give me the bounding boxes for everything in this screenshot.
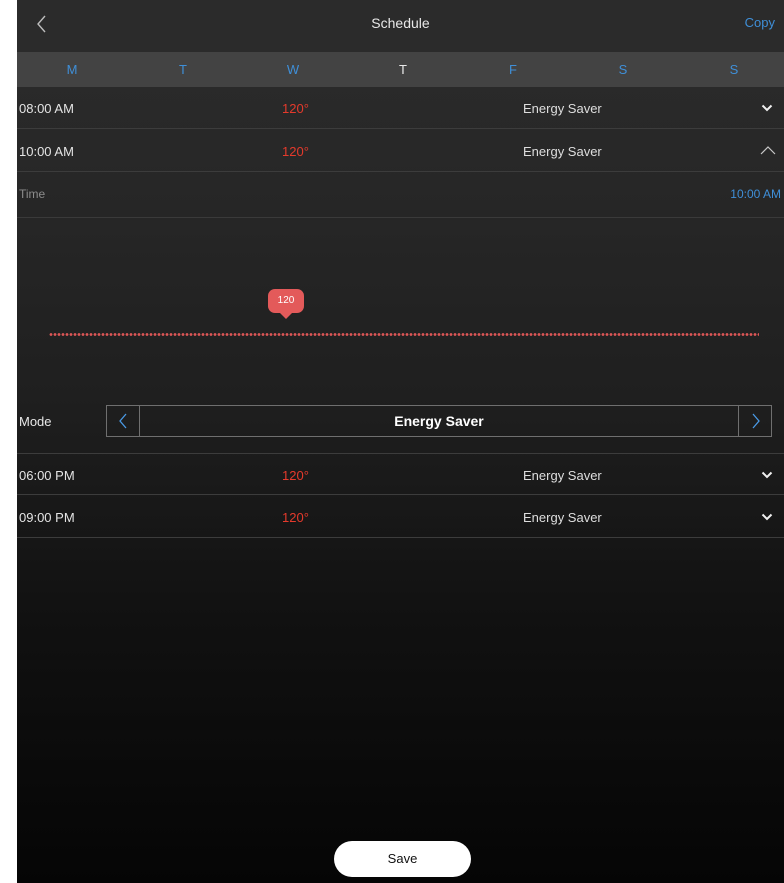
mode-label: Mode	[19, 414, 52, 429]
copy-button[interactable]: Copy	[745, 15, 775, 30]
bubble-pointer	[279, 312, 293, 319]
schedule-row-expanded[interactable]: 10:00 AM 120° Energy Saver	[17, 130, 784, 172]
row-mode: Energy Saver	[523, 468, 602, 483]
day-sunday[interactable]: S	[714, 62, 754, 77]
day-selector: M T W T F S S	[17, 52, 784, 87]
mode-selector: Energy Saver	[106, 405, 772, 437]
mode-prev-button[interactable]	[107, 406, 140, 436]
row-mode: Energy Saver	[523, 144, 602, 159]
slider-track[interactable]	[49, 333, 759, 336]
row-temperature: 120°	[282, 510, 309, 525]
day-tuesday[interactable]: T	[163, 62, 203, 77]
slider-value-bubble: 120	[268, 289, 304, 313]
schedule-row[interactable]: 09:00 PM 120° Energy Saver	[17, 496, 784, 538]
day-saturday[interactable]: S	[603, 62, 643, 77]
day-friday[interactable]: F	[493, 62, 533, 77]
schedule-row[interactable]: 08:00 AM 120° Energy Saver	[17, 87, 784, 129]
row-temperature: 120°	[282, 468, 309, 483]
chevron-right-icon	[752, 413, 760, 429]
mode-next-button[interactable]	[738, 406, 771, 436]
mode-setting-row: Mode Energy Saver	[17, 397, 784, 447]
row-time: 09:00 PM	[19, 510, 75, 525]
chevron-down-icon[interactable]	[760, 510, 774, 524]
row-temperature: 120°	[282, 101, 309, 116]
slider-thumb[interactable]	[279, 328, 293, 342]
mode-value: Energy Saver	[394, 413, 484, 429]
page-title: Schedule	[371, 15, 430, 31]
chevron-down-icon[interactable]	[760, 101, 774, 115]
temperature-slider: 120	[17, 218, 784, 393]
time-setting-row: Time 10:00 AM	[17, 172, 784, 218]
chevron-down-icon[interactable]	[760, 468, 774, 482]
time-value[interactable]: 10:00 AM	[730, 187, 781, 201]
chevron-up-icon[interactable]	[759, 144, 777, 158]
row-time: 10:00 AM	[19, 144, 74, 159]
row-time: 08:00 AM	[19, 101, 74, 116]
schedule-row[interactable]: 06:00 PM 120° Energy Saver	[17, 453, 784, 495]
row-mode: Energy Saver	[523, 510, 602, 525]
day-wednesday[interactable]: W	[273, 62, 313, 77]
day-thursday[interactable]: T	[383, 62, 423, 77]
row-temperature: 120°	[282, 144, 309, 159]
time-label: Time	[19, 187, 46, 201]
day-monday[interactable]: M	[52, 62, 92, 77]
chevron-left-icon	[119, 413, 127, 429]
schedule-screen: Schedule Copy M T W T F S S 08:00 AM 120…	[17, 0, 784, 883]
row-time: 06:00 PM	[19, 468, 75, 483]
save-button[interactable]: Save	[334, 841, 471, 877]
header-bar: Schedule Copy	[17, 0, 784, 52]
row-mode: Energy Saver	[523, 101, 602, 116]
